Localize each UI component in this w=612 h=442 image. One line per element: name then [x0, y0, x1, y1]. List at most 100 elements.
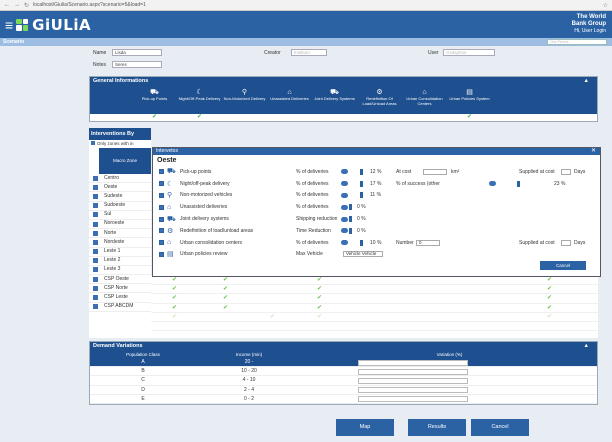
back-icon[interactable]: ←: [4, 2, 10, 8]
days-input[interactable]: [561, 239, 571, 246]
cost-input[interactable]: [423, 168, 447, 175]
general-info-title: General Informations: [93, 78, 149, 84]
zone-name: Sudoeste: [104, 202, 126, 209]
intervention-checkbox[interactable]: [159, 169, 164, 175]
org-line2: Bank Group: [571, 21, 606, 27]
zone-name: CSP Leste: [104, 293, 128, 300]
map-button[interactable]: Map: [336, 419, 394, 436]
zone-marker-icon: [93, 175, 98, 181]
toggle-switch[interactable]: [341, 204, 348, 210]
demand-title: Demand Variations: [93, 343, 143, 349]
cancel-button[interactable]: Cancel: [471, 419, 529, 436]
general-info-header[interactable]: General Informations ▲: [90, 77, 597, 86]
vehicle-select[interactable]: Vehicle Vehicle: [343, 251, 383, 258]
star-icon[interactable]: ☆: [603, 2, 608, 9]
variation-input[interactable]: [358, 387, 468, 394]
variation-input[interactable]: [358, 377, 468, 384]
macro-zone-header: Macro Zone: [99, 148, 151, 174]
toggle-switch[interactable]: [341, 228, 348, 234]
address-bar[interactable]: localhost/Giulia/Scenario.aspx?scenario=…: [33, 2, 599, 8]
name-field[interactable]: Lisda: [112, 49, 162, 56]
variation-input[interactable]: [358, 359, 468, 366]
intervention-checkbox[interactable]: [159, 192, 164, 198]
value-slider-handle[interactable]: [360, 192, 363, 199]
user-login-link[interactable]: Hi, User Login: [572, 28, 606, 35]
intervention-metric-label: Max Vehicle: [296, 251, 323, 258]
value-slider-handle[interactable]: [360, 168, 363, 175]
number-input[interactable]: 0: [416, 239, 440, 246]
zone-row[interactable]: CSP ABCDM: [89, 303, 151, 312]
check-icon: ✔: [223, 286, 229, 293]
intervention-checkbox[interactable]: [159, 251, 164, 257]
population-class: C: [141, 377, 145, 384]
results-button[interactable]: Results: [408, 419, 466, 436]
zone-row[interactable]: Noroeste: [89, 220, 151, 230]
toggle-switch[interactable]: [341, 181, 348, 187]
intervention-checkbox[interactable]: [159, 181, 164, 187]
menu-icon[interactable]: ≡: [5, 18, 13, 32]
creator-field[interactable]: Instituto: [291, 49, 327, 56]
variation-cell: [302, 395, 597, 403]
income-range: 10 - 20: [241, 368, 257, 375]
intervention-columns: ⛟ Pick-up Points ☾ Night/Off-Peak Delivery…: [90, 86, 597, 114]
demand-row: C 4 - 10: [90, 376, 597, 386]
logo-icon: [16, 18, 29, 31]
dialog-cancel-button[interactable]: Cancel: [540, 261, 586, 270]
intervention-checkbox[interactable]: [159, 204, 164, 210]
check-icon: ✔: [317, 286, 323, 293]
bike-icon: ⚲: [167, 192, 173, 200]
toggle-switch[interactable]: [341, 192, 348, 198]
collapse-icon[interactable]: ▲: [584, 77, 589, 86]
check-icon: ✔: [172, 304, 178, 311]
zone-row[interactable]: Sudoeste: [89, 202, 151, 211]
zone-marker-icon: [93, 184, 98, 190]
toggle-switch[interactable]: [341, 240, 348, 246]
zone-marker-icon: [93, 212, 98, 218]
variation-input[interactable]: [358, 396, 468, 403]
collapse-icon[interactable]: ▲: [584, 342, 589, 351]
intervention-percent: 0 %: [357, 204, 366, 211]
search-input[interactable]: Ola Pesca: [547, 39, 607, 45]
days-input[interactable]: [561, 168, 571, 175]
intervention-checkbox[interactable]: [159, 216, 164, 222]
value-slider-handle[interactable]: [349, 216, 352, 223]
value-slider-handle[interactable]: [360, 239, 363, 246]
zone-row[interactable]: Centro: [89, 174, 151, 184]
intervention-row: ⌂ Urban consolidation centers % of deliver…: [153, 237, 600, 249]
intervention-percent: 10 %: [370, 239, 382, 246]
population-class: A: [141, 359, 145, 365]
intervention-checkbox[interactable]: [159, 240, 164, 246]
zone-marker-icon: [93, 304, 98, 310]
variation-input[interactable]: [358, 368, 468, 375]
intervention-name: Night/off-peak delivery: [180, 180, 230, 187]
extra-label: Number: [396, 239, 414, 246]
truck-icon: ⛟: [167, 215, 176, 223]
close-icon[interactable]: ✕: [591, 148, 596, 155]
demand-header[interactable]: Demand Variations ▲: [90, 342, 597, 351]
toggle-switch[interactable]: [341, 216, 348, 222]
col-variation: Variation (%): [436, 352, 463, 357]
dialog-zone-title: Oeste: [157, 157, 177, 164]
reload-icon[interactable]: ↻: [24, 2, 29, 9]
income-range: 2 - 4: [243, 386, 254, 393]
intervention-metric-label: Time Reduction: [296, 227, 331, 234]
value-slider-handle[interactable]: [517, 180, 520, 187]
warehouse-icon: ⌂: [167, 239, 172, 247]
intervention-metric-label: % of deliveries: [296, 180, 329, 187]
intervention-checkbox[interactable]: [159, 228, 164, 234]
col-consolidation: ⌂ Urban Consolidation Centers: [402, 86, 447, 114]
intervention-percent: 12 %: [370, 168, 382, 175]
notes-field[interactable]: Seres: [112, 61, 162, 68]
variation-cell: [302, 376, 597, 384]
value-slider-handle[interactable]: [360, 180, 363, 187]
intervention-row: ▤ Urban policies review Max Vehicle Vehicle…: [153, 249, 600, 261]
toggle-switch[interactable]: [341, 169, 348, 175]
toggle-switch[interactable]: [489, 181, 496, 187]
only-zones-checkbox[interactable]: Only zones with in: [89, 140, 151, 148]
value-slider-handle[interactable]: [349, 204, 352, 211]
user-label: User: [428, 50, 439, 56]
value-slider-handle[interactable]: [349, 227, 352, 234]
forward-icon[interactable]: →: [14, 2, 20, 8]
intervention-name: Non-motorized vehicles: [180, 192, 233, 199]
user-field[interactable]: Gsasphon: [443, 49, 495, 56]
